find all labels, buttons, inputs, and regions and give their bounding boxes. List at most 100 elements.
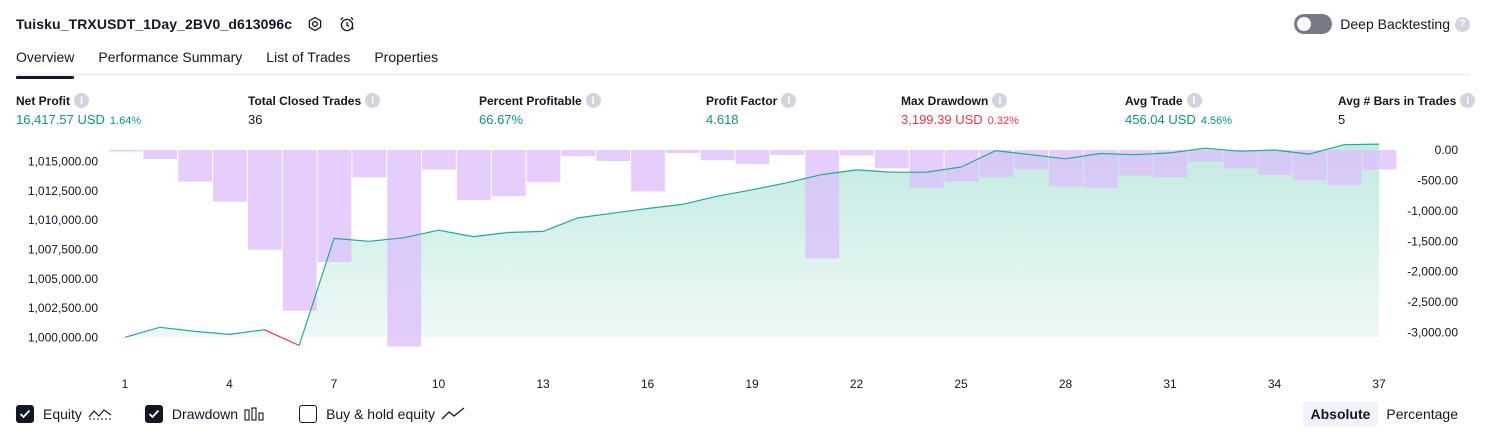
drawdown-bar <box>700 150 735 161</box>
scale-mode-switch: Absolute Percentage <box>1302 401 1467 427</box>
tab-divider <box>16 73 1470 76</box>
drawdown-bar <box>561 150 596 157</box>
drawdown-bar <box>735 150 770 164</box>
net-profit-label: Net Profit <box>16 93 70 108</box>
metric-value: 16,417.57 USD 1.64% <box>16 112 141 127</box>
drawdown-bar <box>770 150 805 155</box>
info-icon[interactable]: i <box>365 93 381 108</box>
metric-label: Total Closed Trades i <box>248 93 381 108</box>
x-tick-label: 19 <box>745 377 759 391</box>
profit-factor-value: 4.618 <box>706 112 739 127</box>
y-left-tick-label: 1,010,000.00 <box>28 213 98 227</box>
x-tick-label: 10 <box>432 377 446 391</box>
info-icon[interactable]: i <box>585 93 601 108</box>
chart-legend: Equity Drawdown Buy & hold equity <box>16 403 498 425</box>
drawdown-bar <box>317 150 352 262</box>
equity-label: Equity <box>43 406 82 422</box>
percentage-button[interactable]: Percentage <box>1378 401 1466 427</box>
deep-backtesting-toggle[interactable] <box>1294 14 1333 34</box>
x-tick-label: 7 <box>331 377 338 391</box>
alarm-clock-icon[interactable] <box>336 13 358 35</box>
drawdown-bar <box>143 150 178 160</box>
metric-label: Max Drawdown i <box>901 93 1019 108</box>
drawdown-checkbox-item[interactable]: Drawdown <box>144 405 266 423</box>
total-closed-trades-label: Total Closed Trades <box>248 93 362 108</box>
drawdown-bar <box>456 150 491 200</box>
x-tick-label: 34 <box>1268 377 1282 391</box>
drawdown-bar <box>944 150 979 182</box>
tab-performance-summary[interactable]: Performance Summary <box>98 47 242 76</box>
metric-percent-profitable: Percent Profitable i 66.67% <box>479 93 601 127</box>
drawdown-bar <box>1049 150 1083 187</box>
equity-checkbox-item[interactable]: Equity <box>16 405 112 423</box>
equity-drawdown-chart[interactable]: 1,015,000.00 1,012,500.00 1,010,000.00 1,00… <box>0 140 1486 395</box>
drawdown-bar <box>1223 150 1258 169</box>
tab-list-of-trades[interactable]: List of Trades <box>266 47 350 76</box>
metric-label: Avg # Bars in Trades i <box>1338 93 1476 108</box>
drawdown-bar <box>1153 150 1188 178</box>
buyhold-checkbox-item[interactable]: Buy & hold equity <box>299 405 465 423</box>
absolute-button[interactable]: Absolute <box>1302 401 1379 427</box>
metric-value: 4.618 <box>706 112 796 127</box>
total-closed-trades-value: 36 <box>248 112 263 127</box>
y-left-tick-label: 1,012,500.00 <box>28 184 98 198</box>
info-icon[interactable]: i <box>781 93 797 108</box>
drawdown-bar <box>352 150 387 178</box>
info-icon[interactable]: i <box>992 93 1008 108</box>
x-tick-label: 1 <box>122 377 129 391</box>
toggle-knob <box>1297 17 1312 31</box>
help-icon[interactable]: ? <box>1455 16 1470 32</box>
y-right-tick-label: -500.00 <box>1417 173 1458 187</box>
info-icon[interactable]: i <box>74 93 89 108</box>
drawdown-bar <box>526 150 561 183</box>
tab-bar: Overview Performance Summary List of Tra… <box>16 47 462 79</box>
y-left-tick-label: 1,000,000.00 <box>28 330 98 344</box>
buyhold-checkbox[interactable] <box>299 405 318 423</box>
avg-trade-value: 456.04 USD <box>1125 112 1196 127</box>
drawdown-bar <box>178 150 213 182</box>
metric-label: Profit Factor i <box>706 93 797 108</box>
metric-net-profit: Net Profit i 16,417.57 USD 1.64% <box>16 93 141 127</box>
metric-max-drawdown: Max Drawdown i 3,199.39 USD 0.32% <box>901 93 1019 127</box>
y-right-tick-label: -3,000.00 <box>1407 326 1458 340</box>
tab-overview[interactable]: Overview <box>16 47 75 79</box>
info-icon[interactable]: i <box>1186 93 1202 108</box>
x-tick-label: 25 <box>954 377 968 391</box>
deep-backtesting-control: Deep Backtesting ? <box>1294 13 1470 35</box>
y-left-tick-label: 1,002,500.00 <box>28 301 98 315</box>
metric-label: Percent Profitable i <box>479 93 601 108</box>
metric-total-closed-trades: Total Closed Trades i 36 <box>248 93 381 127</box>
metric-value: 5 <box>1338 112 1475 127</box>
max-drawdown-value: 3,199.39 USD <box>901 112 983 127</box>
y-left-tick-label: 1,005,000.00 <box>28 272 98 286</box>
drawdown-bar <box>282 150 317 311</box>
y-right-tick-label: -2,500.00 <box>1407 295 1458 309</box>
equity-checkbox[interactable] <box>16 405 34 423</box>
profit-factor-label: Profit Factor <box>706 93 778 108</box>
metric-label: Avg Trade i <box>1125 93 1232 108</box>
settings-gear-icon[interactable] <box>304 13 326 35</box>
max-drawdown-label: Max Drawdown <box>901 93 989 108</box>
buyhold-line-icon <box>441 407 465 421</box>
strategy-title: Tuisku_TRXUSDT_1Day_2BV0_d613096c <box>16 16 293 32</box>
metric-profit-factor: Profit Factor i 4.618 <box>706 93 797 127</box>
drawdown-bar <box>874 150 909 169</box>
y-right-tick-label: 0.00 <box>1435 143 1459 157</box>
metric-label: Net Profit i <box>16 93 141 108</box>
equity-line-icon <box>88 407 112 421</box>
equity-line-segment <box>1344 143 1380 146</box>
tab-properties[interactable]: Properties <box>374 47 438 76</box>
drawdown-bar <box>979 150 1014 177</box>
info-icon[interactable]: i <box>1460 93 1476 108</box>
y-left-tick-label: 1,015,000.00 <box>28 155 98 169</box>
buyhold-label: Buy & hold equity <box>326 406 436 422</box>
y-right-tick-label: -1,500.00 <box>1407 234 1458 248</box>
drawdown-bar <box>422 150 456 170</box>
drawdown-checkbox[interactable] <box>144 405 163 423</box>
net-profit-value: 16,417.57 USD <box>16 112 105 127</box>
drawdown-bar <box>213 150 247 202</box>
y-right-tick-label: -2,000.00 <box>1407 265 1458 279</box>
x-tick-label: 16 <box>641 377 655 391</box>
percent-profitable-value: 66.67% <box>479 112 524 127</box>
avg-trade-percent: 4.56% <box>1200 115 1233 127</box>
